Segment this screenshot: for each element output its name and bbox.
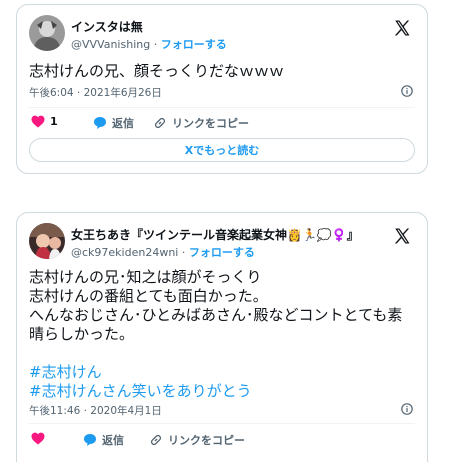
author-handle-line: @VVVanishing · フォローする bbox=[71, 36, 227, 52]
timestamp[interactable]: 午後6:04 · 2021年6月26日 bbox=[29, 85, 162, 100]
action-bar: 返信 リンクをコピー bbox=[29, 432, 415, 452]
action-bar: 1 返信 リンクをコピー bbox=[29, 115, 415, 135]
tweet-text-line: 志村けんの兄･知之は顔がそっくり bbox=[29, 268, 262, 286]
avatar[interactable] bbox=[29, 223, 65, 259]
timestamp[interactable]: 午後11:46 · 2020年4月1日 bbox=[29, 403, 162, 418]
info-icon[interactable] bbox=[401, 85, 413, 97]
reply-label: 返信 bbox=[102, 434, 124, 447]
link-icon bbox=[150, 434, 162, 446]
tweet-card-2: 女王ちあき『ツインテール音楽起業女神👸🏃💭♀️』 @ck97ekiden24wn… bbox=[16, 212, 428, 462]
divider bbox=[29, 423, 415, 424]
reply-button[interactable]: 返信 bbox=[83, 432, 124, 448]
info-icon[interactable] bbox=[401, 403, 413, 415]
avatar[interactable] bbox=[29, 15, 65, 51]
read-more-button[interactable]: Xでもっと読む bbox=[29, 138, 415, 162]
tweet-text: 志村けんの兄、顔そっくりだなｗｗｗ bbox=[29, 62, 285, 80]
reply-bubble-icon bbox=[94, 117, 106, 129]
tweet-text-line: へんなおじさん･ひとみばあさん･殿などコントとても素 bbox=[29, 306, 403, 324]
author-name[interactable]: インスタは無 bbox=[71, 18, 143, 35]
tweet-header: インスタは無 @VVVanishing · フォローする bbox=[29, 15, 415, 55]
tweet-header: 女王ちあき『ツインテール音楽起業女神👸🏃💭♀️』 @ck97ekiden24wn… bbox=[29, 223, 415, 263]
x-logo-icon[interactable] bbox=[393, 19, 411, 37]
copy-link-label: リンクをコピー bbox=[172, 117, 249, 130]
tweet-text-line: 晴らしかった。 bbox=[29, 325, 135, 343]
like-count: 1 bbox=[50, 115, 58, 128]
tweet-card-1: インスタは無 @VVVanishing · フォローする 志村けんの兄、顔そっく… bbox=[16, 4, 428, 174]
heart-icon bbox=[31, 432, 45, 445]
like-button[interactable] bbox=[31, 432, 45, 445]
tweet-text-line: 志村けんの番組とても面白かった。 bbox=[29, 287, 268, 305]
divider bbox=[29, 107, 415, 108]
separator: · bbox=[150, 38, 161, 51]
author-name[interactable]: 女王ちあき『ツインテール音楽起業女神👸🏃💭♀️』 bbox=[71, 226, 359, 243]
hashtag-link[interactable]: #志村けんさん笑いをありがとう bbox=[29, 382, 402, 401]
author-handle-line: @ck97ekiden24wni · フォローする bbox=[71, 244, 255, 260]
author-handle[interactable]: @ck97ekiden24wni bbox=[71, 246, 178, 259]
tweet-text: 志村けんの兄･知之は顔がそっくり 志村けんの番組とても面白かった。 へんなおじさ… bbox=[29, 268, 402, 401]
reply-bubble-icon bbox=[84, 434, 96, 446]
follow-button[interactable]: フォローする bbox=[161, 38, 227, 51]
copy-link-button[interactable]: リンクをコピー bbox=[149, 432, 245, 448]
copy-link-label: リンクをコピー bbox=[168, 434, 245, 447]
copy-link-button[interactable]: リンクをコピー bbox=[153, 115, 249, 131]
reply-label: 返信 bbox=[112, 117, 134, 130]
follow-button[interactable]: フォローする bbox=[189, 246, 255, 259]
hashtag-link[interactable]: #志村けん bbox=[29, 363, 402, 382]
reply-button[interactable]: 返信 bbox=[93, 115, 134, 131]
like-button[interactable]: 1 bbox=[31, 115, 58, 128]
x-logo-icon[interactable] bbox=[393, 227, 411, 245]
heart-icon bbox=[31, 115, 45, 128]
link-icon bbox=[154, 117, 166, 129]
separator: · bbox=[178, 246, 189, 259]
author-handle[interactable]: @VVVanishing bbox=[71, 38, 150, 51]
